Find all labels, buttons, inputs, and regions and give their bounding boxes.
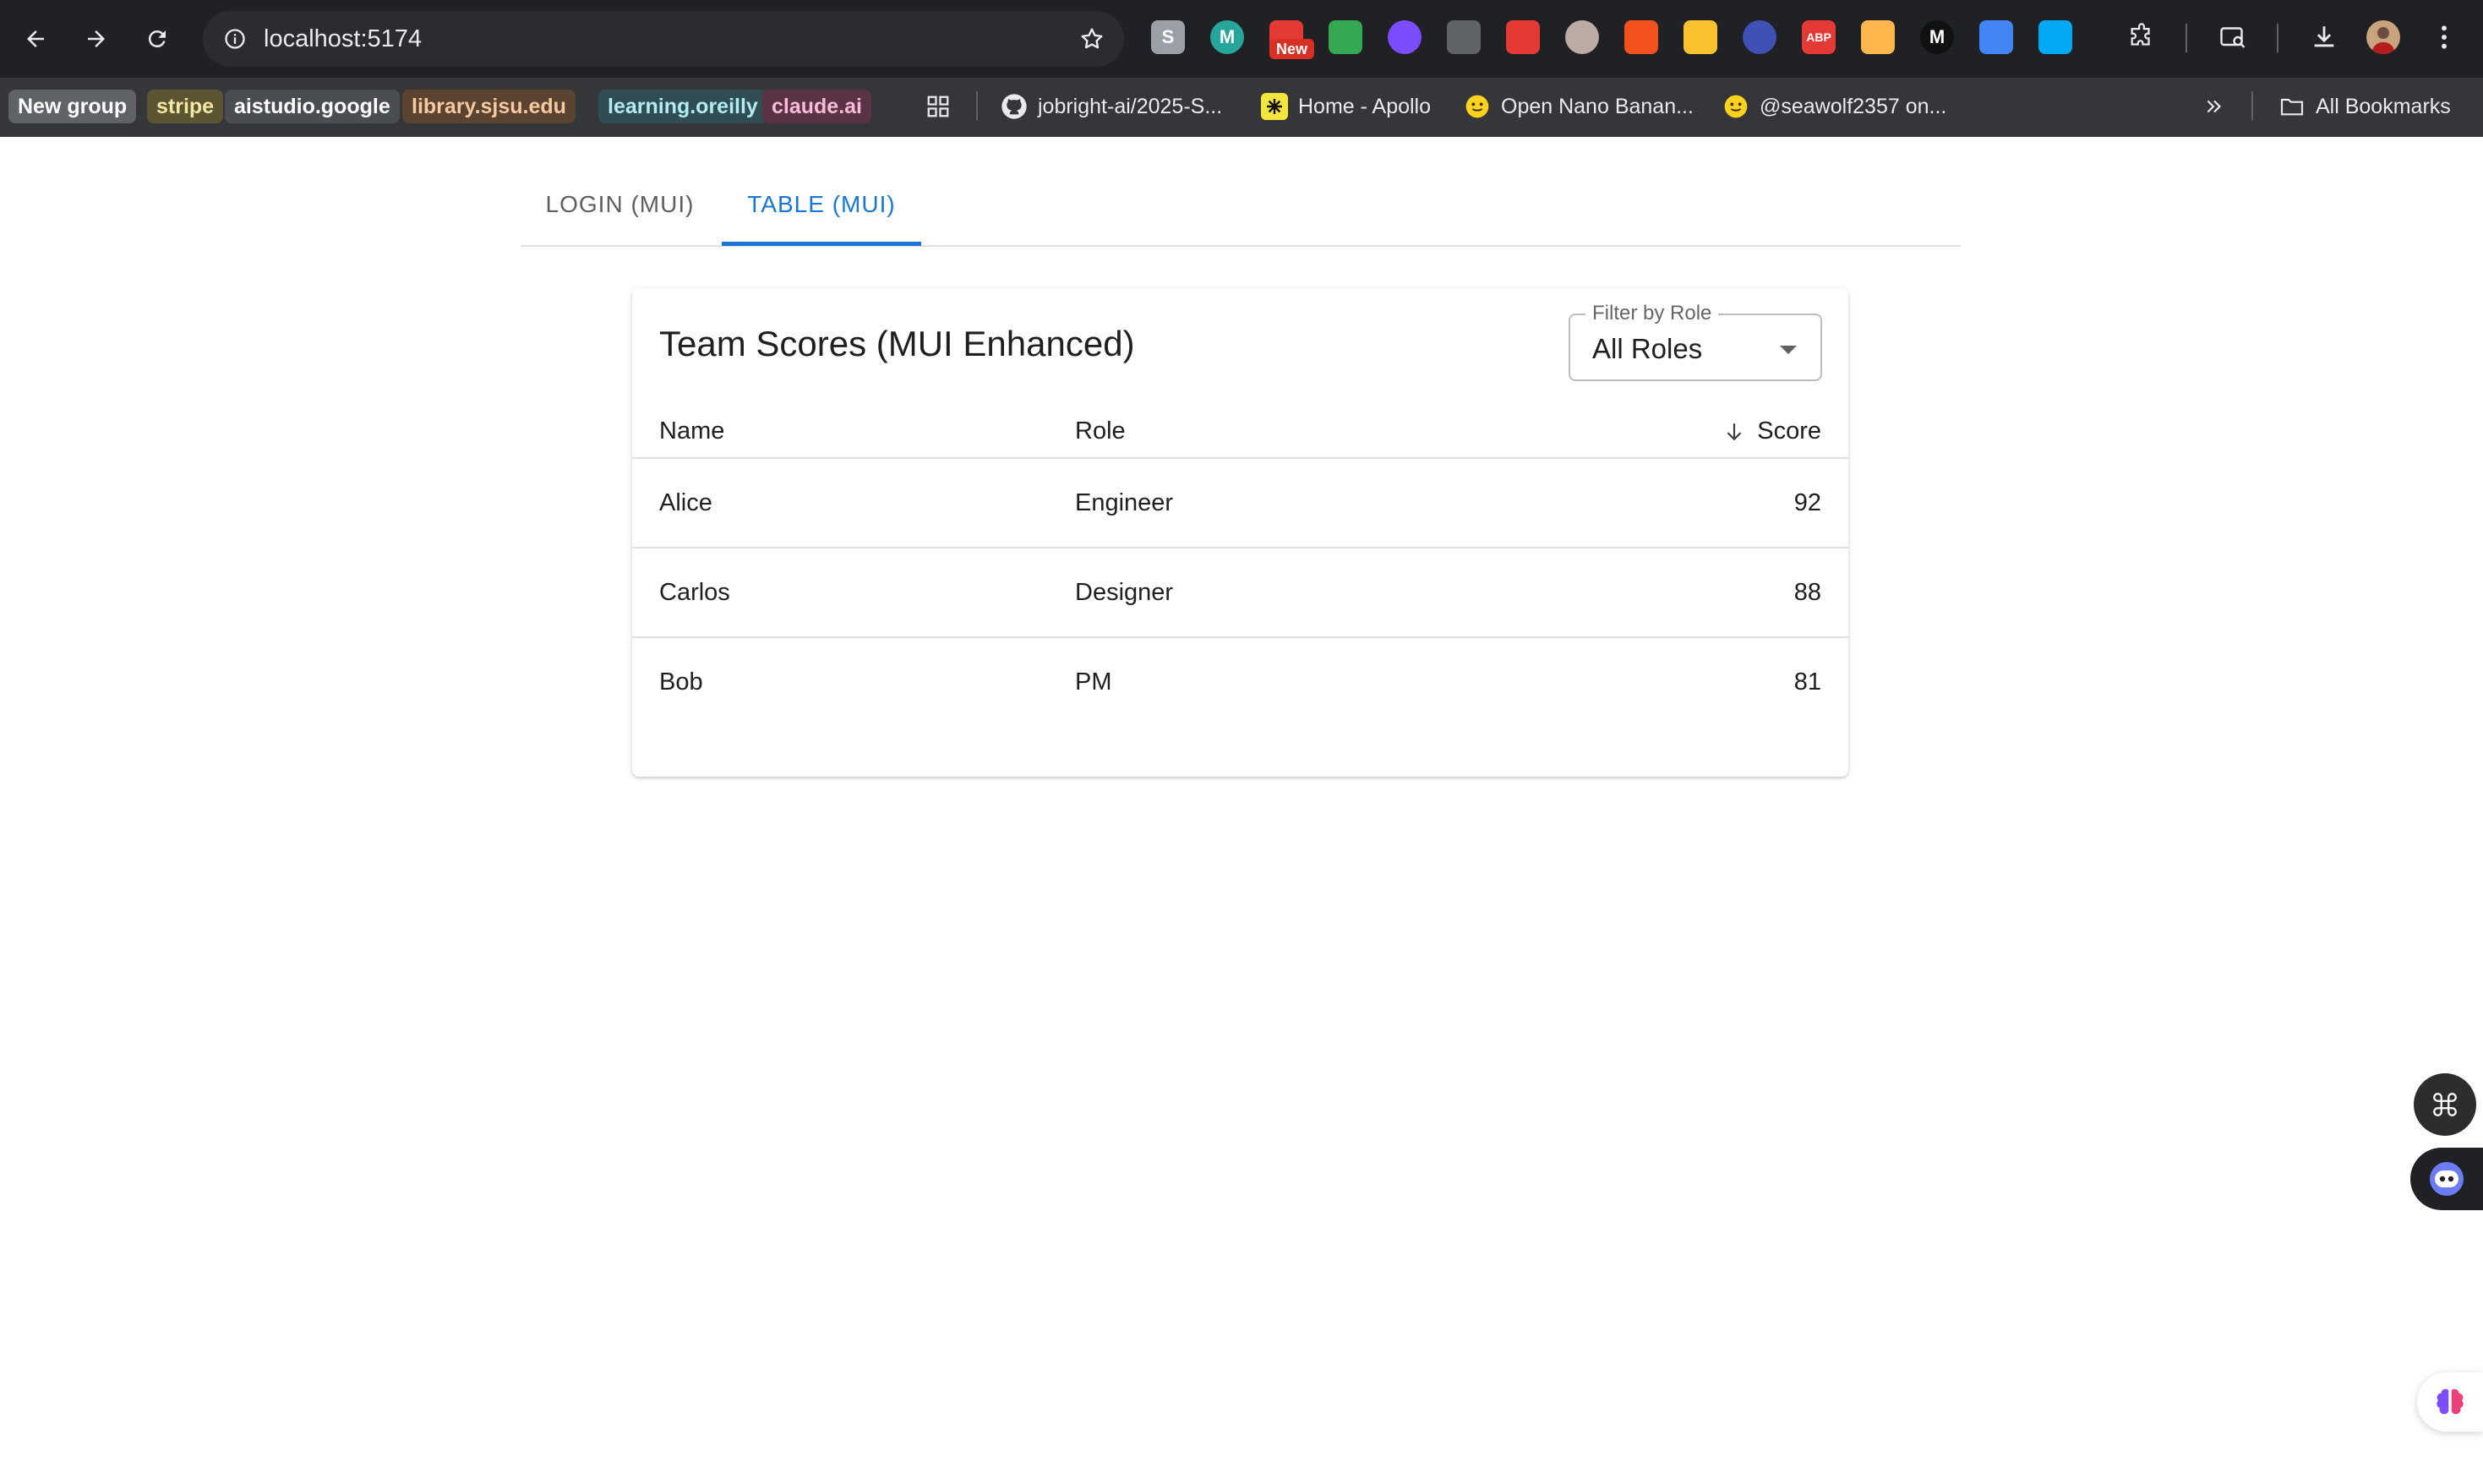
bookmark-star-icon[interactable] [1072,19,1112,59]
command-fab[interactable] [2414,1073,2476,1136]
bookmark-label: Open Nano Banan... [1501,94,1694,118]
tab-search-icon[interactable] [2216,20,2250,54]
reload-icon [148,30,166,48]
tab-table[interactable]: TABLE (MUI) [722,169,921,245]
medium-extension-icon[interactable]: M [1920,20,1954,54]
forward-arrow-icon [88,30,105,47]
download-icon[interactable] [2307,20,2341,54]
table-row[interactable]: Carlos Designer 88 [632,548,1848,638]
bookmark-label: @seawolf2357 on... [1760,94,1947,118]
cell-score: 81 [1793,668,1821,696]
cell-name: Alice [659,489,712,516]
role-filter-select[interactable]: Filter by Role All Roles [1569,302,1822,381]
youtube-extension-icon[interactable] [1506,20,1540,54]
reload-button[interactable] [135,17,179,61]
bookmark-divider [976,91,978,120]
coin-extension-icon[interactable] [1861,20,1895,54]
slack-like-extension-icon[interactable]: S [1151,20,1185,54]
owl-extension-icon[interactable] [1565,20,1599,54]
sort-descending-arrow-icon [1727,423,1742,440]
extensions-puzzle-icon[interactable] [2125,20,2158,54]
tab-login[interactable]: LOGIN (MUI) [521,169,719,245]
url-text[interactable]: localhost:5174 [264,11,422,67]
command-icon [2433,1093,2457,1116]
table-body: Alice Engineer 92 Carlos Designer 88 Bob… [632,459,1848,728]
brain-assistant-fab[interactable] [2417,1372,2483,1432]
table-row[interactable]: Alice Engineer 92 [632,459,1848,548]
address-bar[interactable]: localhost:5174 [203,11,1124,67]
filter-value: All Roles [1592,333,1703,364]
all-bookmarks-label: All Bookmarks [2316,94,2451,118]
apps-grid-icon[interactable] [921,90,955,123]
apollo-icon [1261,93,1288,120]
table-row[interactable]: Bob PM 81 [632,638,1848,728]
cell-role: Designer [1075,579,1174,606]
square-extension-icon[interactable] [2038,20,2072,54]
back-button[interactable] [14,17,57,61]
reader-extension-icon[interactable] [1447,20,1481,54]
folder-icon [2278,93,2306,120]
cell-name: Bob [659,668,703,696]
bookmark-chip[interactable]: aistudio.google [225,90,400,123]
site-info-icon[interactable] [215,19,255,59]
lens-extension-icon[interactable] [1743,20,1776,54]
green-extension-icon[interactable] [1329,20,1362,54]
brain-icon [2437,1389,2464,1415]
toolbar-divider [2186,24,2187,52]
dropdown-caret-icon [1780,346,1797,354]
bookmark-chip[interactable]: learning.oreilly [598,90,767,123]
bookmark-chip[interactable]: claude.ai [762,90,871,123]
browser-toolbar: localhost:5174 S M ABP M New [0,0,2483,78]
bot-face-icon [2430,1162,2464,1196]
bookmark-divider [2251,91,2253,120]
bookmark-apollo[interactable]: Home - Apollo [1261,88,1431,125]
assistant-fab[interactable] [2410,1148,2483,1210]
adblock-extension-icon[interactable]: ABP [1802,20,1836,54]
cell-role: PM [1075,668,1112,696]
column-header-name[interactable]: Name [659,417,724,445]
team-scores-card: Team Scores (MUI Enhanced) Filter by Rol… [632,288,1848,777]
sun-extension-icon[interactable] [1684,20,1717,54]
bookmark-github[interactable]: jobright-ai/2025-S... [1001,88,1222,125]
forward-button[interactable] [74,17,118,61]
translate-extension-icon[interactable] [1624,20,1658,54]
toolbar-divider [2277,24,2278,52]
page-tabs: LOGIN (MUI) TABLE (MUI) [521,169,1961,247]
column-header-role[interactable]: Role [1075,417,1126,445]
bookmark-chip[interactable]: New group [8,90,137,123]
cell-score: 92 [1793,489,1821,516]
bookmark-chip[interactable]: stripe [147,90,224,123]
all-bookmarks-button[interactable]: All Bookmarks [2278,88,2451,125]
brain-extension-icon[interactable] [1388,20,1422,54]
bookmark-nano-banana[interactable]: Open Nano Banan... [1464,88,1694,125]
card-title: Team Scores (MUI Enhanced) [659,324,1135,363]
profile-avatar[interactable] [2366,20,2400,54]
m-extension-icon[interactable]: M [1210,20,1244,54]
bookmark-label: jobright-ai/2025-S... [1038,94,1223,118]
hugging-face-icon [1464,93,1491,120]
bookmark-seawolf[interactable]: @seawolf2357 on... [1722,88,1946,125]
chrome-menu-icon[interactable] [2427,20,2461,54]
new-badge: New [1269,39,1315,59]
column-header-score[interactable]: Score [1723,417,1821,445]
bookmark-chip[interactable]: library.sjsu.edu [402,90,576,123]
score-header-label: Score [1757,417,1821,445]
cell-name: Carlos [659,579,730,606]
tab-indicator [722,242,921,246]
more-bookmarks-chevron-icon[interactable] [2197,90,2231,123]
triangle-extension-icon[interactable] [1979,20,2013,54]
cell-role: Engineer [1075,489,1174,516]
back-arrow-icon [27,30,44,47]
github-icon [1001,93,1028,120]
bookmark-label: Home - Apollo [1298,94,1432,118]
cell-score: 88 [1793,579,1821,606]
hugging-face-icon [1722,93,1749,120]
